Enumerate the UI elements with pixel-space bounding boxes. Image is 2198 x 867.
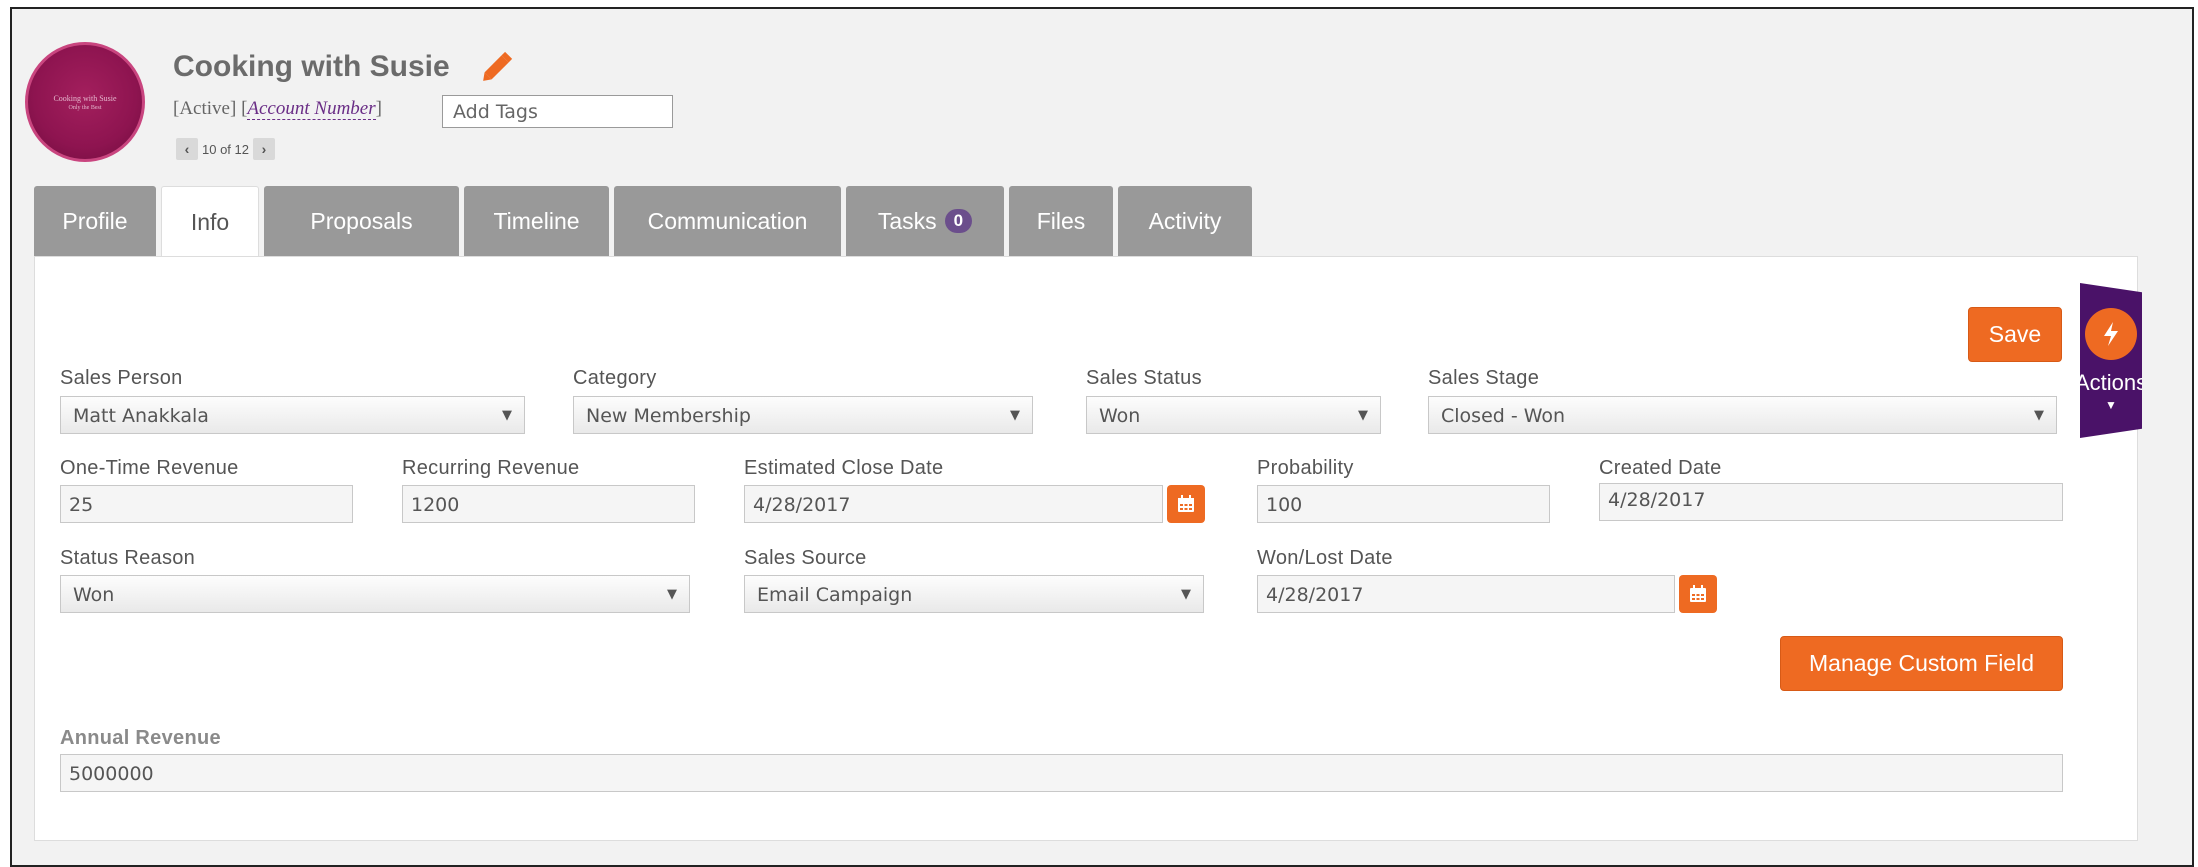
tab-timeline[interactable]: Timeline [464,186,609,256]
dropdown-arrow-icon: ▼ [2034,408,2044,423]
logo-text-line2: Only the Best [68,104,102,111]
tab-tasks-label: Tasks [877,207,937,234]
estimated-close-date-input[interactable]: 4/28/2017 [744,485,1163,523]
status-text: [Active] [173,98,237,119]
annual-revenue-label: Annual Revenue [60,727,221,749]
calendar-icon[interactable] [1679,575,1717,613]
category-select[interactable]: New Membership ▼ [573,396,1033,434]
account-title: Cooking with Susie [173,50,450,83]
category-label: Category [573,367,657,389]
one-time-revenue-label: One-Time Revenue [60,457,239,479]
tab-activity[interactable]: Activity [1118,186,1252,256]
estimated-close-date-label: Estimated Close Date [744,457,944,479]
sales-stage-label: Sales Stage [1428,367,1540,389]
pager-text: 10 of 12 [202,141,249,157]
caret-down-icon: ▼ [2105,398,2117,412]
tasks-count-badge: 0 [944,209,973,233]
actions-button[interactable]: Actions ▼ [2080,283,2142,438]
sales-person-select[interactable]: Matt Anakkala ▼ [60,396,525,434]
account-logo: Cooking with Susie Only the Best [25,42,145,162]
tab-communication[interactable]: Communication [614,186,841,256]
dropdown-arrow-icon: ▼ [1181,587,1191,602]
manage-custom-field-button[interactable]: Manage Custom Field [1780,636,2063,691]
sales-stage-select[interactable]: Closed - Won ▼ [1428,396,2057,434]
created-date-input[interactable]: 4/28/2017 [1599,483,2063,521]
save-button[interactable]: Save [1968,307,2062,362]
sales-status-label: Sales Status [1086,367,1202,389]
won-lost-date-input[interactable]: 4/28/2017 [1257,575,1675,613]
probability-label: Probability [1257,457,1354,479]
recurring-revenue-label: Recurring Revenue [402,457,580,479]
add-tags-input[interactable] [442,95,673,128]
sales-status-select[interactable]: Won ▼ [1086,396,1381,434]
category-value: New Membership [586,405,751,427]
sales-person-value: Matt Anakkala [73,405,209,427]
record-pager: ‹ 10 of 12 › [176,138,275,160]
tab-tasks[interactable]: Tasks 0 [846,186,1004,256]
sales-stage-value: Closed - Won [1441,405,1566,427]
tab-files[interactable]: Files [1009,186,1113,256]
calendar-icon[interactable] [1167,485,1205,523]
dropdown-arrow-icon: ▼ [1358,408,1368,423]
account-number-link[interactable]: Account Number [247,98,376,120]
status-reason-value: Won [73,584,115,606]
probability-input[interactable]: 100 [1257,485,1550,523]
sales-status-value: Won [1099,405,1141,427]
created-date-label: Created Date [1599,457,1722,479]
account-status-line: [Active] [Account Number] [173,98,382,120]
info-panel: Save Sales Person Matt Anakkala ▼ Catego… [34,256,2138,841]
pencil-icon[interactable] [478,48,518,84]
one-time-revenue-input[interactable]: 25 [60,485,353,523]
status-reason-label: Status Reason [60,547,196,569]
lightning-icon [2085,308,2137,360]
tab-info[interactable]: Info [161,186,259,257]
logo-text-line1: Cooking with Susie [53,93,117,103]
annual-revenue-input[interactable]: 5000000 [60,754,2063,792]
tab-proposals[interactable]: Proposals [264,186,459,256]
status-reason-select[interactable]: Won ▼ [60,575,690,613]
recurring-revenue-input[interactable]: 1200 [402,485,695,523]
dropdown-arrow-icon: ▼ [502,408,512,423]
sales-source-label: Sales Source [744,547,867,569]
chevron-left-icon[interactable]: ‹ [176,138,198,160]
sales-source-select[interactable]: Email Campaign ▼ [744,575,1204,613]
actions-label: Actions [2074,370,2148,395]
dropdown-arrow-icon: ▼ [667,587,677,602]
chevron-right-icon[interactable]: › [253,138,275,160]
sales-source-value: Email Campaign [757,584,913,606]
tab-profile[interactable]: Profile [34,186,156,256]
sales-person-label: Sales Person [60,367,183,389]
dropdown-arrow-icon: ▼ [1010,408,1020,423]
won-lost-date-label: Won/Lost Date [1257,547,1393,569]
